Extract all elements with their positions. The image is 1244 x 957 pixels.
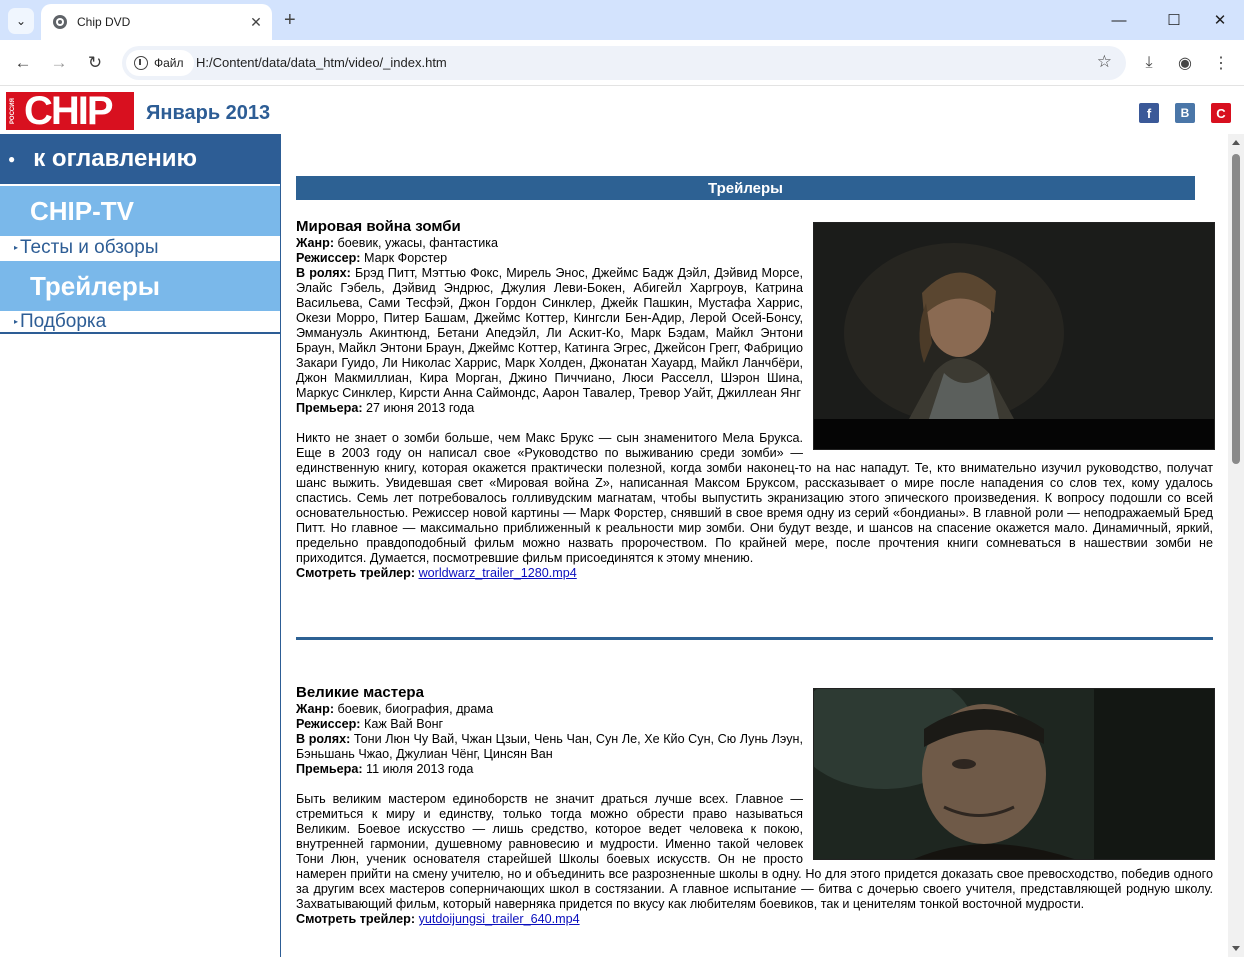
close-icon[interactable]: ✕ bbox=[246, 12, 266, 32]
back-arrow-icon[interactable]: ← bbox=[10, 50, 36, 76]
sidebar-item-label: Тесты и обзоры bbox=[20, 236, 159, 258]
menu-kebab-icon[interactable]: ⋮ bbox=[1208, 50, 1234, 76]
window-close-icon[interactable]: ✕ bbox=[1205, 8, 1235, 32]
trailer-label: Смотреть трейлер: bbox=[296, 566, 416, 580]
maximize-icon[interactable]: ☐ bbox=[1159, 8, 1189, 32]
premiere-label: Премьера: bbox=[296, 401, 363, 415]
vk-icon[interactable]: B bbox=[1175, 103, 1195, 123]
director-value: Каж Вай Вонг bbox=[364, 717, 444, 731]
trailer-line: Смотреть трейлер: worldwarz_trailer_1280… bbox=[296, 566, 1213, 581]
cast-label: В ролях: bbox=[296, 266, 351, 280]
new-tab-button[interactable]: + bbox=[284, 9, 296, 31]
cast-value: Брэд Питт, Мэттью Фокс, Мирель Энос, Дже… bbox=[296, 266, 803, 400]
vertical-scrollbar[interactable] bbox=[1228, 134, 1244, 957]
genre-label: Жанр: bbox=[296, 702, 335, 716]
sidebar: ● к оглавлению CHIP-TV ▸ Тесты и обзоры … bbox=[0, 134, 281, 957]
article-card: Мировая война зомби Жанр: боевик, ужасы,… bbox=[296, 218, 1215, 581]
chip-icon[interactable]: C bbox=[1211, 103, 1231, 123]
trailer-link[interactable]: worldwarz_trailer_1280.mp4 bbox=[419, 566, 577, 580]
minimize-icon[interactable]: — bbox=[1104, 8, 1134, 32]
trailer-label: Смотреть трейлер: bbox=[296, 912, 416, 926]
chevron-down-icon: ⌄ bbox=[15, 14, 27, 28]
download-icon[interactable]: ⤓ bbox=[1136, 50, 1162, 76]
genre-value: боевик, ужасы, фантастика bbox=[337, 236, 499, 250]
address-bar[interactable]: Файл H:/Content/data/data_htm/video/_ind… bbox=[122, 46, 1126, 80]
sidebar-category-chip-tv[interactable]: CHIP-TV bbox=[0, 186, 280, 236]
section-header: Трейлеры bbox=[296, 176, 1195, 200]
chip-logo[interactable]: РОССИЯ CHIP bbox=[4, 90, 136, 132]
sidebar-toc-label: к оглавлению bbox=[33, 145, 198, 172]
premiere-label: Премьера: bbox=[296, 762, 363, 776]
info-icon bbox=[134, 56, 148, 70]
tab-title: Chip DVD bbox=[77, 15, 131, 29]
url-text[interactable]: H:/Content/data/data_htm/video/_index.ht… bbox=[196, 55, 447, 70]
director-label: Режиссер: bbox=[296, 717, 361, 731]
globe-icon bbox=[53, 15, 67, 29]
reload-icon[interactable]: ↻ bbox=[82, 50, 108, 76]
site-info-chip[interactable]: Файл bbox=[126, 50, 194, 76]
browser-toolbar: ← → ↻ Файл H:/Content/data/data_htm/vide… bbox=[0, 40, 1244, 86]
sidebar-item-selection[interactable]: ▸ Подборка bbox=[0, 311, 280, 334]
sidebar-toc-link[interactable]: ● к оглавлению bbox=[0, 134, 280, 184]
main-content: Трейлеры Мировая война зомби Жанр: боеви… bbox=[282, 134, 1227, 957]
director-value: Марк Форстер bbox=[364, 251, 448, 265]
sidebar-category-label: CHIP-TV bbox=[30, 195, 134, 226]
trailer-link[interactable]: yutdoijungsi_trailer_640.mp4 bbox=[419, 912, 580, 926]
bullet-icon: ● bbox=[8, 152, 16, 166]
scroll-up-icon[interactable] bbox=[1232, 140, 1240, 145]
forward-arrow-icon[interactable]: → bbox=[46, 50, 72, 76]
cast-value: Тони Люн Чу Вай, Чжан Цзыи, Чень Чан, Су… bbox=[296, 732, 804, 761]
site-chip-label: Файл bbox=[154, 56, 184, 70]
article-card: Великие мастера Жанр: боевик, биография,… bbox=[296, 684, 1215, 927]
premiere-value: 27 июня 2013 года bbox=[366, 401, 475, 415]
logo-side-text: РОССИЯ bbox=[6, 92, 20, 130]
trailer-line: Смотреть трейлер: yutdoijungsi_trailer_6… bbox=[296, 912, 1213, 927]
movie-still-image bbox=[813, 688, 1215, 860]
browser-tab[interactable]: Chip DVD ✕ bbox=[41, 4, 272, 40]
genre-value: боевик, биография, драма bbox=[337, 702, 494, 716]
premiere-value: 11 июля 2013 года bbox=[366, 762, 474, 776]
sidebar-category-trailers[interactable]: Трейлеры bbox=[0, 261, 280, 311]
bookmark-star-icon[interactable]: ☆ bbox=[1097, 52, 1112, 72]
movie-still-image bbox=[813, 222, 1215, 450]
article-separator bbox=[296, 637, 1213, 640]
facebook-icon[interactable]: f bbox=[1139, 103, 1159, 123]
director-label: Режиссер: bbox=[296, 251, 361, 265]
scroll-down-icon[interactable] bbox=[1232, 946, 1240, 951]
logo-text: CHIP bbox=[24, 89, 114, 133]
issue-title: Январь 2013 bbox=[146, 102, 271, 124]
sidebar-item-tests[interactable]: ▸ Тесты и обзоры bbox=[0, 236, 280, 259]
tab-bar: ⌄ Chip DVD ✕ + — ☐ ✕ bbox=[0, 0, 1244, 40]
sidebar-category-label: Трейлеры bbox=[30, 270, 160, 301]
scrollbar-thumb[interactable] bbox=[1232, 154, 1240, 464]
arrow-right-icon: ▸ bbox=[14, 317, 19, 326]
web-page: РОССИЯ CHIP Январь 2013 f B C ● к оглавл… bbox=[0, 86, 1244, 957]
tab-search-button[interactable]: ⌄ bbox=[8, 8, 34, 34]
sidebar-item-label: Подборка bbox=[20, 310, 107, 332]
genre-label: Жанр: bbox=[296, 236, 335, 250]
article-description: Никто не знает о зомби больше, чем Макс … bbox=[296, 431, 1213, 565]
arrow-right-icon: ▸ bbox=[14, 243, 19, 252]
cast-label: В ролях: bbox=[296, 732, 351, 746]
profile-icon[interactable]: ◉ bbox=[1172, 50, 1198, 76]
